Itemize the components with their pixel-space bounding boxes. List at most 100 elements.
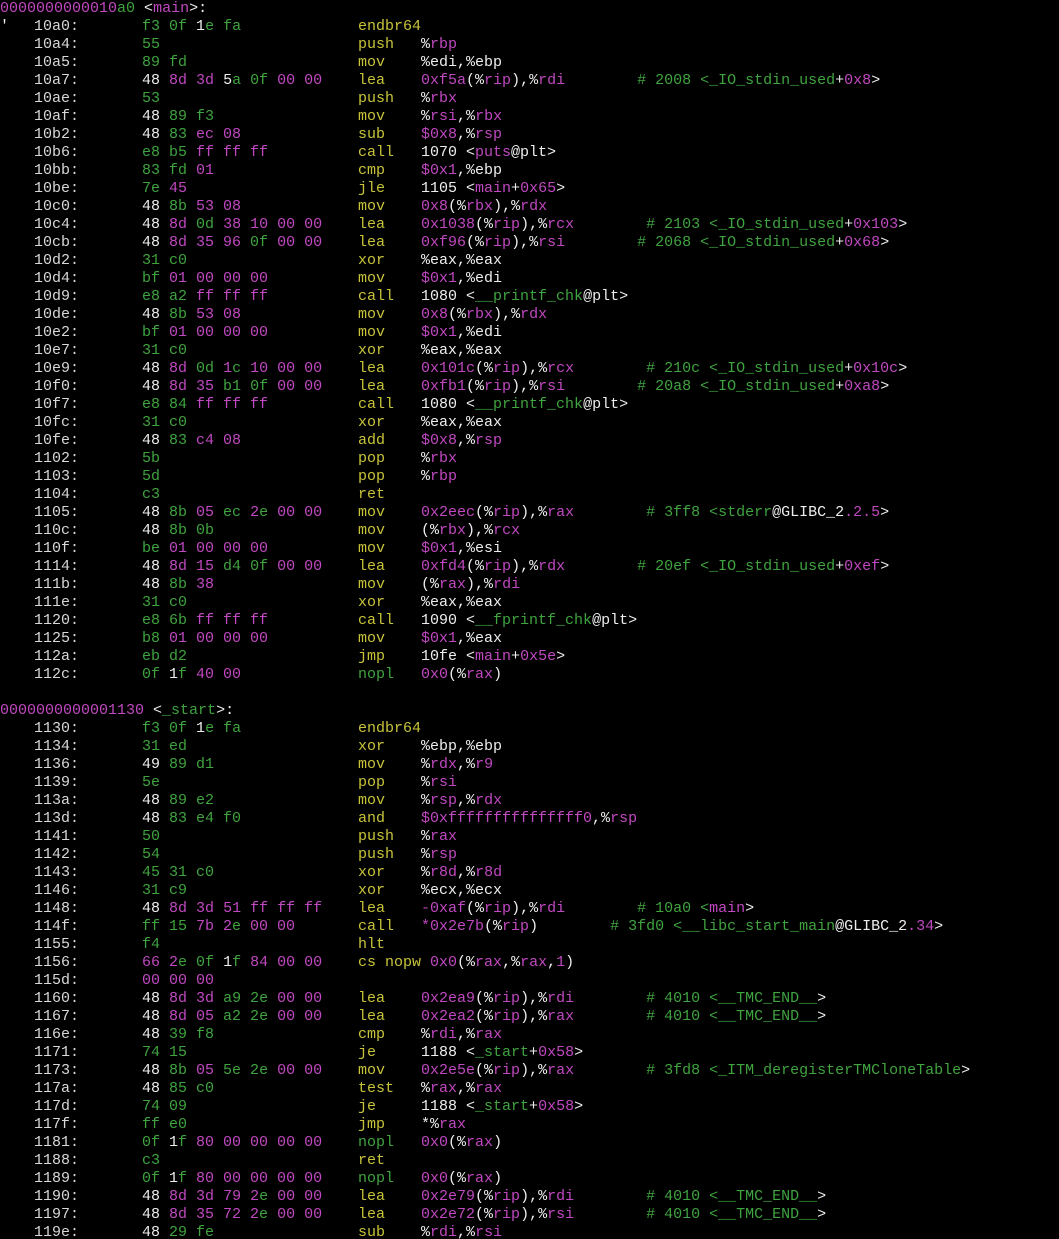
token: f	[178, 666, 188, 683]
token: $0x1	[421, 324, 458, 341]
token: 48	[142, 990, 170, 1007]
token: lea	[358, 1008, 422, 1025]
token: e8	[142, 288, 170, 305]
token: 48	[142, 558, 170, 575]
token: )	[493, 1134, 503, 1151]
instruction-text: and $0xfffffffffffffff0,%rsp	[358, 810, 637, 828]
token: # 10a0 <	[565, 900, 710, 917]
token: _start	[475, 1098, 530, 1115]
token: e	[259, 990, 269, 1007]
token: %	[421, 756, 431, 773]
function-label-text: 0000000000010a0 <main>:	[0, 0, 207, 18]
disasm-row: 1136: 49 89 d1 mov %rdx,%r9	[0, 756, 1059, 774]
opcode-bytes: 48 8d 0d 38 10 00 00	[142, 216, 322, 234]
token: _IO_stdin_used	[709, 378, 836, 395]
token: @plt>	[511, 144, 557, 161]
disasm-row: 1146: 31 c9 xor %ecx,%ecx	[0, 882, 1059, 900]
token: ),%	[511, 378, 539, 395]
token: (%	[484, 918, 503, 935]
token: 0xf5a	[421, 72, 467, 89]
token: f3	[142, 18, 161, 35]
instruction-text: lea 0xf96(%rip),%rsi # 2068 <_IO_stdin_u…	[358, 234, 889, 252]
token: c3	[142, 486, 161, 503]
token: ,%ebp	[457, 162, 503, 179]
token: 2	[241, 504, 260, 521]
token: 8b	[169, 198, 197, 215]
opcode-bytes: 48 8d 15 d4 0f 00 00	[142, 558, 322, 576]
opcode-bytes: 48 8d 3d 51 ff ff ff	[142, 900, 322, 918]
opcode-bytes: ff e0	[142, 1116, 187, 1134]
disasm-row: 1134: 31 ed xor %ebp,%ebp	[0, 738, 1059, 756]
token: 0f	[142, 666, 161, 683]
token: xor	[358, 864, 422, 881]
token: cmp	[358, 1026, 422, 1043]
disasm-row: 112a: eb d2 jmp 10fe <main+0x5e>	[0, 648, 1059, 666]
token: %	[421, 1080, 431, 1097]
token: f3	[196, 108, 215, 125]
token: rip	[493, 1188, 521, 1205]
token: 48	[142, 1062, 170, 1079]
instruction-address: 1130:	[34, 720, 80, 737]
disasm-row: 10a5: 89 fd mov %edi,%ebp	[0, 54, 1059, 72]
instruction-address: 112c:	[34, 666, 80, 683]
instruction-address: 1197:	[34, 1206, 80, 1223]
instruction-text: hlt	[358, 936, 385, 954]
token: mov	[358, 108, 422, 125]
token: 48	[142, 1080, 170, 1097]
opcode-bytes: 53	[142, 90, 160, 108]
token: __fprintf_chk	[475, 612, 593, 629]
instruction-text: ret	[358, 1152, 385, 1170]
token: xor	[358, 414, 422, 431]
instruction-text: je 1188 <_start+0x58>	[358, 1098, 583, 1116]
instruction-text: lea 0x1038(%rip),%rcx # 2103 <_IO_stdin_…	[358, 216, 907, 234]
token: )	[565, 954, 575, 971]
token: 8d	[169, 1008, 188, 1025]
opcode-bytes: 45 31 c0	[142, 864, 214, 882]
token: xor	[358, 252, 422, 269]
token: >	[817, 990, 827, 1007]
token: c0	[196, 864, 215, 881]
token: b1	[223, 378, 251, 395]
instruction-text: sub %rdi,%rsi	[358, 1224, 502, 1239]
token: f	[178, 1170, 188, 1187]
token: 0f	[250, 234, 269, 251]
token: __libc_start_main	[682, 918, 836, 935]
opcode-bytes: 5b	[142, 450, 160, 468]
opcode-bytes: bf 01 00 00 00	[142, 270, 268, 288]
token: 05	[196, 1062, 224, 1079]
instruction-text: mov $0x1,%edi	[358, 324, 502, 342]
token: push	[358, 36, 422, 53]
token: bf	[142, 324, 170, 341]
token: rip	[493, 504, 521, 521]
token: (%	[448, 1134, 467, 1151]
token: rip	[493, 216, 521, 233]
token: 53	[142, 90, 161, 107]
instruction-text: lea 0xf5a(%rip),%rdi # 2008 <_IO_stdin_u…	[358, 72, 880, 90]
token: ),%	[520, 360, 548, 377]
token: 00 00	[268, 1188, 323, 1205]
opcode-bytes: 48 85 c0	[142, 1080, 214, 1098]
token: 0f	[142, 1170, 161, 1187]
token: rsp	[475, 126, 503, 143]
token: >	[871, 72, 881, 89]
token: %eax,%eax	[421, 342, 503, 359]
token: rbx	[430, 450, 458, 467]
token: rcx	[547, 360, 575, 377]
disasm-row: 10e2: bf 01 00 00 00 mov $0x1,%edi	[0, 324, 1059, 342]
token: 1	[214, 360, 233, 377]
disasm-row: 114f: ff 15 7b 2e 00 00 call *0x2e7b(%rip)…	[0, 918, 1059, 936]
terminal-window[interactable]: 0000000000010a0 <main>: ' 10a0: f3 0f 1e fa…	[0, 0, 1059, 1239]
instruction-text: jmp *%rax	[358, 1116, 466, 1134]
token: rdx	[538, 558, 566, 575]
instruction-text: lea 0x2ea2(%rip),%rax # 4010 <__TMC_END_…	[358, 1008, 826, 1026]
disasm-row: 1130: f3 0f 1e fa endbr64	[0, 720, 1059, 738]
instruction-address: 1104:	[34, 486, 80, 503]
token: rbx	[439, 522, 467, 539]
token: 48	[142, 360, 170, 377]
token: 1080 <	[421, 396, 476, 413]
